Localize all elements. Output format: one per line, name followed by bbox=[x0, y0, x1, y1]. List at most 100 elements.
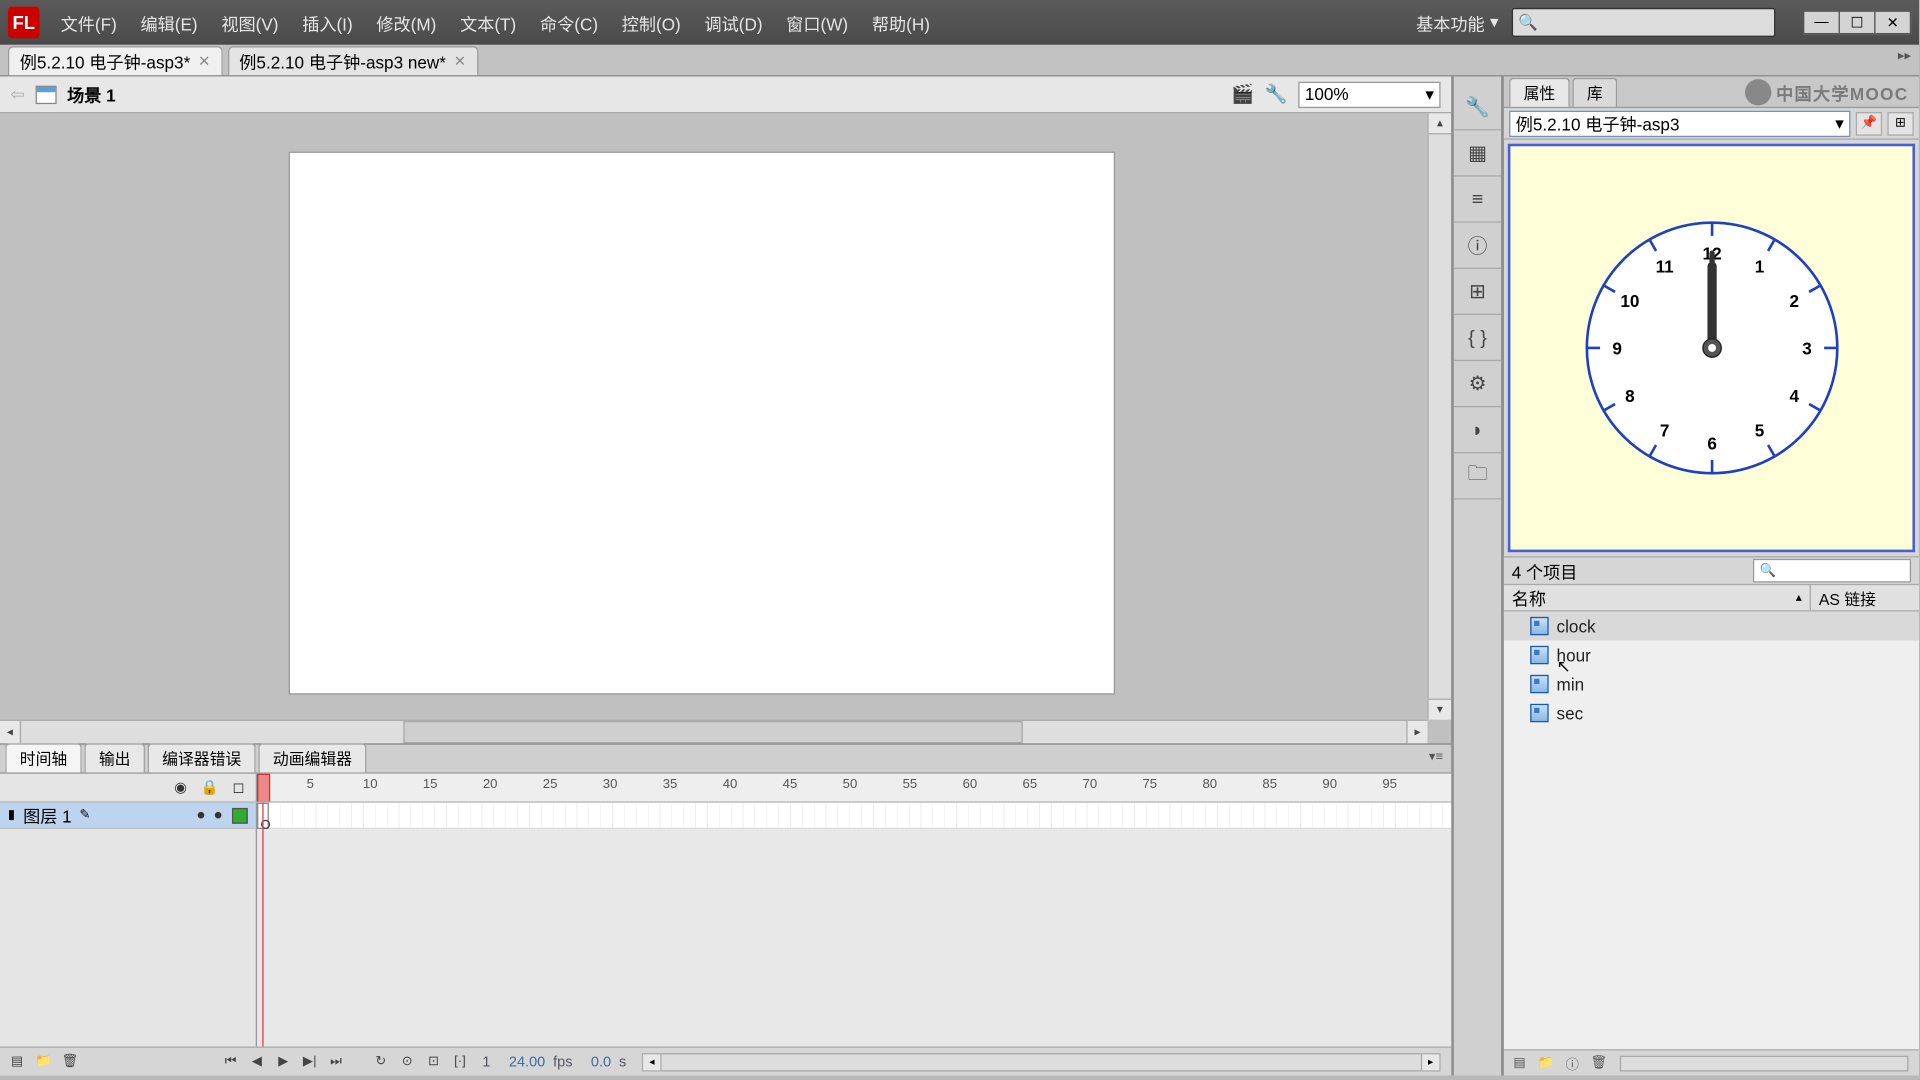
step-forward-icon[interactable]: ▶| bbox=[298, 1051, 322, 1072]
delete-icon[interactable]: 🗑 bbox=[1588, 1054, 1609, 1072]
new-symbol-icon[interactable]: ▤ bbox=[1509, 1054, 1530, 1072]
project-icon[interactable]: 🗀 bbox=[1463, 461, 1492, 490]
menu-edit[interactable]: 编辑(E) bbox=[141, 10, 198, 35]
step-back-icon[interactable]: ◀ bbox=[245, 1051, 269, 1072]
delete-layer-icon[interactable]: 🗑 bbox=[58, 1051, 82, 1072]
frames-ruler[interactable]: 15101520253035404550556065707580859095 bbox=[257, 774, 1451, 802]
new-library-icon[interactable]: ⊞ bbox=[1887, 111, 1913, 135]
properties-icon[interactable]: 🔧 bbox=[1463, 92, 1492, 121]
frames-grid[interactable] bbox=[257, 803, 1451, 1047]
library-item-label: clock bbox=[1557, 616, 1596, 636]
library-panel: 属性 库 中国大学MOOC 例5.2.10 电子钟-asp3 ▾ 📌 ⊞ 121… bbox=[1503, 76, 1919, 1075]
tab-properties[interactable]: 属性 bbox=[1509, 78, 1570, 107]
menu-command[interactable]: 命令(C) bbox=[540, 10, 598, 35]
movieclip-icon bbox=[1530, 675, 1548, 693]
maximize-button[interactable]: ☐ bbox=[1839, 11, 1876, 35]
menu-text[interactable]: 文本(T) bbox=[460, 10, 516, 35]
scroll-up-icon[interactable]: ▴ bbox=[1429, 113, 1451, 134]
onion-outline-icon[interactable]: ⊡ bbox=[422, 1051, 446, 1072]
column-name[interactable]: 名称 ▴ bbox=[1504, 585, 1811, 610]
layer-row[interactable]: ▮ 图层 1 ✎ bbox=[0, 803, 256, 829]
minimize-button[interactable]: — bbox=[1803, 11, 1840, 35]
menu-debug[interactable]: 调试(D) bbox=[704, 10, 762, 35]
menu-view[interactable]: 视图(V) bbox=[221, 10, 278, 35]
pin-library-icon[interactable]: 📌 bbox=[1856, 111, 1882, 135]
new-layer-icon[interactable]: ▤ bbox=[5, 1051, 29, 1072]
close-icon[interactable]: ✕ bbox=[198, 53, 210, 70]
close-button[interactable]: ✕ bbox=[1874, 11, 1911, 35]
lock-dot[interactable] bbox=[215, 812, 222, 819]
outline-icon[interactable]: ◻ bbox=[229, 779, 247, 796]
properties-icon[interactable]: ⓘ bbox=[1562, 1054, 1583, 1072]
tab-output[interactable]: 输出 bbox=[84, 743, 145, 772]
library-item-hour[interactable]: hour bbox=[1504, 641, 1919, 670]
scroll-left-icon[interactable]: ◂ bbox=[0, 721, 21, 743]
motion-presets-icon[interactable]: ◗ bbox=[1463, 415, 1492, 444]
play-icon[interactable]: ▶ bbox=[272, 1051, 296, 1072]
library-scrollbar[interactable] bbox=[1620, 1055, 1909, 1071]
new-folder-icon[interactable]: 📁 bbox=[32, 1051, 56, 1072]
column-as-link[interactable]: AS 链接 bbox=[1811, 585, 1919, 610]
library-item-clock[interactable]: clock bbox=[1504, 612, 1919, 641]
scroll-left-icon[interactable]: ◂ bbox=[643, 1054, 661, 1070]
zoom-value: 100% bbox=[1305, 84, 1349, 104]
library-footer: ▤ 📁 ⓘ 🗑 bbox=[1504, 1049, 1919, 1075]
panel-icon-strip: 🔧 ▦ ≡ ⓘ ⊞ { } ⚙ ◗ 🗀 bbox=[1452, 76, 1502, 1075]
goto-last-icon[interactable]: ⏭ bbox=[324, 1051, 348, 1072]
library-item-min[interactable]: min bbox=[1504, 670, 1919, 699]
tab-library[interactable]: 库 bbox=[1572, 78, 1617, 107]
tab-motion-editor[interactable]: 动画编辑器 bbox=[258, 743, 366, 772]
onion-skin-icon[interactable]: ⊙ bbox=[395, 1051, 419, 1072]
movieclip-icon bbox=[1530, 617, 1548, 635]
loop-icon[interactable]: ↻ bbox=[369, 1051, 393, 1072]
workspace-selector[interactable]: 基本功能 ▾ bbox=[1416, 10, 1498, 35]
edit-symbol-icon[interactable]: 🔧 bbox=[1265, 83, 1288, 105]
library-icon[interactable]: ▦ bbox=[1463, 138, 1492, 167]
doc-tab-2[interactable]: 例5.2.10 电子钟-asp3 new* ✕ bbox=[227, 46, 477, 75]
scroll-right-icon[interactable]: ▸ bbox=[1406, 721, 1427, 743]
edit-multiple-icon[interactable]: [·] bbox=[448, 1051, 472, 1072]
layer-type-icon: ▮ bbox=[8, 808, 15, 822]
menu-control[interactable]: 控制(O) bbox=[622, 10, 681, 35]
menu-insert[interactable]: 插入(I) bbox=[302, 10, 352, 35]
scroll-down-icon[interactable]: ▾ bbox=[1429, 699, 1451, 720]
menu-window[interactable]: 窗口(W) bbox=[786, 10, 848, 35]
info-icon[interactable]: ⓘ bbox=[1463, 231, 1492, 260]
goto-first-icon[interactable]: ⏮ bbox=[219, 1051, 243, 1072]
panel-expand-icon[interactable]: ▸▸ bbox=[1898, 49, 1911, 63]
doc-tab-1[interactable]: 例5.2.10 电子钟-asp3* ✕ bbox=[8, 46, 222, 75]
playhead[interactable] bbox=[257, 774, 270, 802]
column-name-label: 名称 bbox=[1512, 585, 1546, 610]
visibility-dot[interactable] bbox=[198, 812, 205, 819]
edit-scene-icon[interactable]: 🎬 bbox=[1231, 83, 1254, 105]
components-icon[interactable]: ⚙ bbox=[1463, 369, 1492, 398]
scrollbar-thumb[interactable] bbox=[403, 721, 1022, 743]
tab-timeline[interactable]: 时间轴 bbox=[5, 743, 81, 772]
close-icon[interactable]: ✕ bbox=[454, 53, 466, 70]
menu-modify[interactable]: 修改(M) bbox=[376, 10, 436, 35]
search-box[interactable]: 🔍 bbox=[1512, 8, 1776, 37]
panel-menu-icon[interactable]: ▾≡ bbox=[1429, 750, 1443, 764]
library-item-sec[interactable]: sec bbox=[1504, 699, 1919, 728]
code-snippets-icon[interactable]: { } bbox=[1463, 323, 1492, 352]
current-frame[interactable]: 1 bbox=[474, 1054, 498, 1070]
vertical-scrollbar[interactable]: ▴ ▾ bbox=[1427, 113, 1451, 719]
new-folder-icon[interactable]: 📁 bbox=[1535, 1054, 1556, 1072]
zoom-selector[interactable]: 100% ▾ bbox=[1298, 81, 1440, 107]
menu-help[interactable]: 帮助(H) bbox=[872, 10, 930, 35]
lock-icon[interactable]: 🔒 bbox=[200, 779, 218, 796]
outline-color-box[interactable] bbox=[232, 807, 248, 823]
library-search[interactable]: 🔍 bbox=[1753, 559, 1911, 583]
horizontal-scrollbar[interactable]: ◂ ▸ bbox=[0, 720, 1427, 744]
align-icon[interactable]: ≡ bbox=[1463, 185, 1492, 214]
timeline-scrollbar[interactable]: ◂ ▸ bbox=[642, 1052, 1441, 1070]
tab-compiler-errors[interactable]: 编译器错误 bbox=[148, 743, 256, 772]
library-document-selector[interactable]: 例5.2.10 电子钟-asp3 ▾ bbox=[1509, 110, 1850, 136]
back-arrow-icon[interactable]: ⇦ bbox=[11, 84, 25, 105]
visibility-icon[interactable]: ◉ bbox=[171, 779, 189, 796]
svg-text:1: 1 bbox=[1754, 256, 1764, 276]
menu-file[interactable]: 文件(F) bbox=[61, 10, 117, 35]
scroll-right-icon[interactable]: ▸ bbox=[1421, 1054, 1439, 1070]
stage-canvas[interactable] bbox=[290, 153, 1114, 693]
transform-icon[interactable]: ⊞ bbox=[1463, 277, 1492, 306]
